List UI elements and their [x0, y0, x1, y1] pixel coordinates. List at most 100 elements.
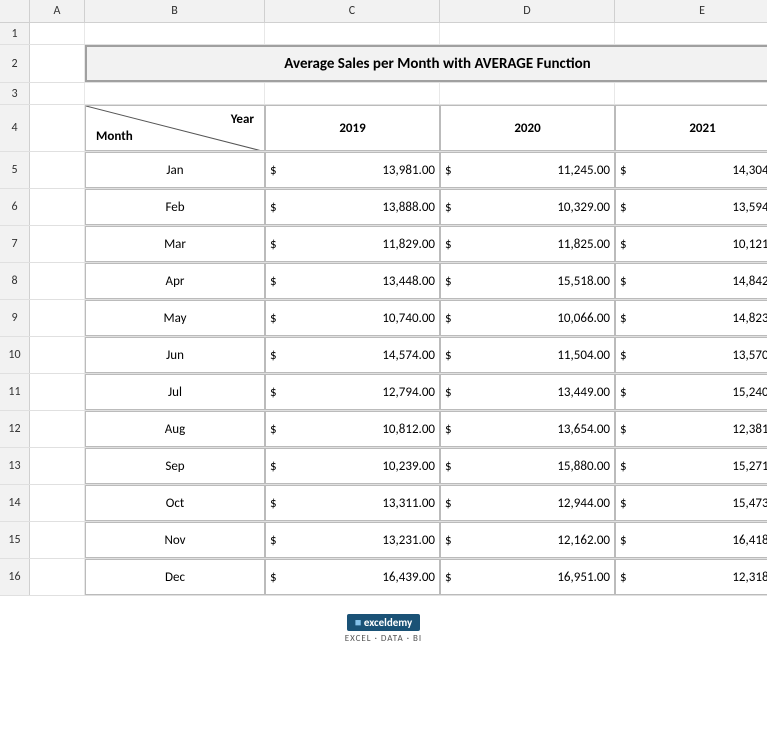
amount-2021-Dec: 12,318.00 [631, 570, 767, 585]
amount-2019-Apr: 13,448.00 [281, 274, 435, 289]
cell-a5 [30, 152, 85, 188]
header-2020: 2020 [440, 105, 615, 151]
cell-2020-Apr: $ 15,518.00 [440, 263, 615, 299]
amount-2021-Jan: 14,304.00 [631, 163, 767, 178]
cell-a2 [30, 45, 85, 82]
dollar-2019-Jun: $ [270, 348, 277, 363]
row-num-7: 7 [0, 226, 30, 262]
row-2: 2 Average Sales per Month with AVERAGE F… [0, 45, 767, 83]
cell-month-Jul: Jul [85, 374, 265, 410]
cell-a13 [30, 448, 85, 484]
dollar-2020-Oct: $ [445, 496, 452, 511]
cell-a7 [30, 226, 85, 262]
cell-a3 [30, 83, 85, 104]
row-num-9: 9 [0, 300, 30, 336]
dollar-2020-Jun: $ [445, 348, 452, 363]
cell-month-Mar: Mar [85, 226, 265, 262]
col-header-a: A [30, 0, 85, 22]
amount-2021-Feb: 13,594.00 [631, 200, 767, 215]
month-label: Month [96, 129, 133, 144]
amount-2021-Aug: 12,381.00 [631, 422, 767, 437]
amount-2019-Nov: 13,231.00 [281, 533, 435, 548]
cell-2021-May: $ 14,823.00 [615, 300, 767, 336]
row-num-15: 15 [0, 522, 30, 558]
cell-e3 [615, 83, 767, 104]
cell-a4 [30, 105, 85, 151]
cell-a10 [30, 337, 85, 373]
dollar-2020-Jul: $ [445, 385, 452, 400]
cell-2021-Sep: $ 15,271.00 [615, 448, 767, 484]
row-4: 4 Year Month 2019 2020 2021 [0, 105, 767, 152]
cell-2019-Jun: $ 14,574.00 [265, 337, 440, 373]
row-num-14: 14 [0, 485, 30, 521]
cell-a16 [30, 559, 85, 595]
row-14: 14 Oct $ 13,311.00 $ 12,944.00 $ 15,473.… [0, 485, 767, 522]
col-header-d: D [440, 0, 615, 22]
spreadsheet: A B C D E 1 2 Average Sales per Month wi… [0, 0, 767, 742]
row-3: 3 [0, 83, 767, 105]
dollar-2019-Jan: $ [270, 163, 277, 178]
dollar-2019-May: $ [270, 311, 277, 326]
brand-area: ■ exceldemy EXCEL · DATA · BI [345, 614, 422, 644]
amount-2019-Dec: 16,439.00 [281, 570, 435, 585]
amount-2020-Aug: 13,654.00 [456, 422, 610, 437]
dollar-2020-Sep: $ [445, 459, 452, 474]
dollar-2019-Nov: $ [270, 533, 277, 548]
row-num-5: 5 [0, 152, 30, 188]
cell-month-Sep: Sep [85, 448, 265, 484]
amount-2020-Feb: 10,329.00 [456, 200, 610, 215]
amount-2021-May: 14,823.00 [631, 311, 767, 326]
cell-2020-Oct: $ 12,944.00 [440, 485, 615, 521]
cell-2021-Apr: $ 14,842.00 [615, 263, 767, 299]
row-num-8: 8 [0, 263, 30, 299]
dollar-2021-Mar: $ [620, 237, 627, 252]
amount-2021-Jun: 13,570.00 [631, 348, 767, 363]
cell-2021-Aug: $ 12,381.00 [615, 411, 767, 447]
cell-2021-Jul: $ 15,240.00 [615, 374, 767, 410]
dollar-2021-Jun: $ [620, 348, 627, 363]
cell-2021-Mar: $ 10,121.00 [615, 226, 767, 262]
dollar-2019-Jul: $ [270, 385, 277, 400]
amount-2019-Jul: 12,794.00 [281, 385, 435, 400]
dollar-2019-Feb: $ [270, 200, 277, 215]
cell-2020-Dec: $ 16,951.00 [440, 559, 615, 595]
amount-2019-Feb: 13,888.00 [281, 200, 435, 215]
cell-2019-Aug: $ 10,812.00 [265, 411, 440, 447]
spreadsheet-title: Average Sales per Month with AVERAGE Fun… [85, 45, 767, 82]
cell-month-Dec: Dec [85, 559, 265, 595]
brand-tagline: EXCEL · DATA · BI [345, 633, 422, 644]
brand-name: exceldemy [364, 616, 412, 629]
cell-2019-Mar: $ 11,829.00 [265, 226, 440, 262]
cell-a12 [30, 411, 85, 447]
cell-a6 [30, 189, 85, 225]
cell-2020-Mar: $ 11,825.00 [440, 226, 615, 262]
amount-2021-Apr: 14,842.00 [631, 274, 767, 289]
cell-c3 [265, 83, 440, 104]
amount-2020-May: 10,066.00 [456, 311, 610, 326]
dollar-2019-Sep: $ [270, 459, 277, 474]
header-2021: 2021 [615, 105, 767, 151]
cell-d3 [440, 83, 615, 104]
cell-a9 [30, 300, 85, 336]
dollar-2021-Sep: $ [620, 459, 627, 474]
row-12: 12 Aug $ 10,812.00 $ 13,654.00 $ 12,381.… [0, 411, 767, 448]
col-header-c: C [265, 0, 440, 22]
cell-month-Jan: Jan [85, 152, 265, 188]
dollar-2019-Apr: $ [270, 274, 277, 289]
row-num-13: 13 [0, 448, 30, 484]
cell-2019-Jul: $ 12,794.00 [265, 374, 440, 410]
dollar-2021-Jan: $ [620, 163, 627, 178]
dollar-2020-May: $ [445, 311, 452, 326]
amount-2020-Apr: 15,518.00 [456, 274, 610, 289]
amount-2020-Oct: 12,944.00 [456, 496, 610, 511]
cell-2019-Oct: $ 13,311.00 [265, 485, 440, 521]
dollar-2021-Jul: $ [620, 385, 627, 400]
row-1: 1 [0, 23, 767, 45]
amount-2019-Jun: 14,574.00 [281, 348, 435, 363]
amount-2021-Sep: 15,271.00 [631, 459, 767, 474]
corner-cell [0, 0, 30, 22]
row-num-2: 2 [0, 45, 30, 82]
row-num-16: 16 [0, 559, 30, 595]
amount-2020-Jul: 13,449.00 [456, 385, 610, 400]
column-headers: A B C D E [0, 0, 767, 23]
